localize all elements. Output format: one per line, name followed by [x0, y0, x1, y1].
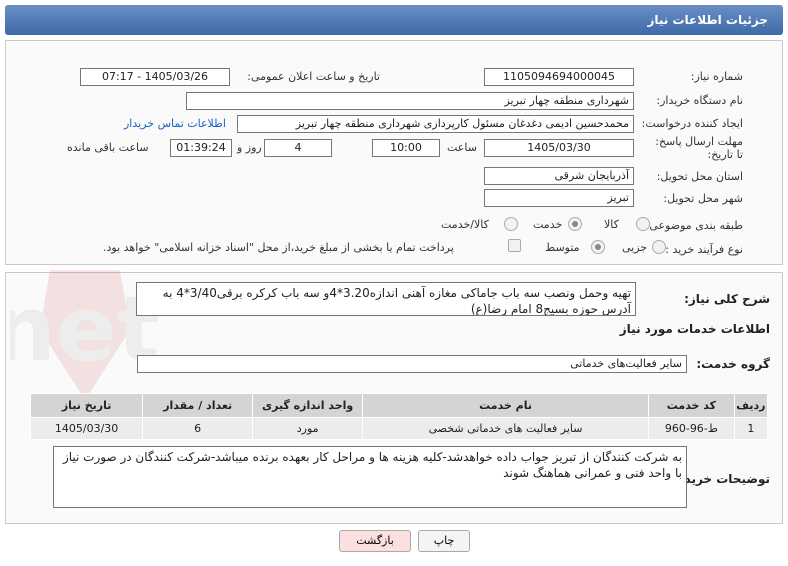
- col-unit: واحد اندازه گیری: [252, 393, 364, 418]
- back-button[interactable]: بازگشت: [339, 530, 411, 552]
- category-label: طبقه بندی موضوعی:: [645, 219, 743, 232]
- remaining-label: ساعت باقی مانده: [67, 141, 149, 154]
- cell-service-name: سایر فعالیت های خدماتی شخصی: [362, 417, 650, 440]
- treasury-payment-text: پرداخت تمام یا بخشی از مبلغ خرید،از محل …: [103, 241, 454, 254]
- province-field: آذربایجان شرقی: [484, 167, 634, 185]
- category-option-goods: کالا: [604, 218, 619, 231]
- cell-need-date: 1405/03/30: [29, 417, 144, 440]
- remaining-time-field: 01:39:24: [170, 139, 232, 157]
- category-option-service: خدمت: [533, 218, 563, 231]
- announce-date-field: 1405/03/26 - 07:17: [80, 68, 230, 86]
- col-service-name: نام خدمت: [362, 393, 650, 418]
- process-radio-minor[interactable]: [652, 240, 666, 254]
- summary-label: شرح کلی نیاز:: [684, 292, 770, 306]
- treasury-payment-checkbox[interactable]: [508, 239, 521, 252]
- cell-unit: مورد: [252, 417, 364, 440]
- days-field: 4: [264, 139, 332, 157]
- category-radio-service[interactable]: [568, 217, 582, 231]
- process-option-minor: جزیی: [622, 241, 648, 254]
- services-table: ردیف کد خدمت نام خدمت واحد اندازه گیری ت…: [29, 393, 769, 440]
- service-group-label: گروه خدمت:: [696, 357, 770, 371]
- process-label: نوع فرآیند خرید :: [665, 243, 743, 256]
- contact-buyer-link[interactable]: اطلاعات تماس خریدار: [124, 117, 226, 130]
- city-label: شهر محل تحویل:: [663, 192, 743, 205]
- col-quantity: تعداد / مقدار: [142, 393, 254, 418]
- table-row: 1 ط-96-960 سایر فعالیت های خدماتی شخصی م…: [29, 417, 769, 440]
- page-title: جزئیات اطلاعات نیاز: [5, 5, 783, 35]
- col-need-date: تاریخ نیاز: [29, 393, 144, 418]
- need-number-label: شماره نیاز:: [690, 70, 743, 83]
- buyer-label: نام دستگاه خریدار:: [656, 94, 743, 107]
- deadline-time-label: ساعت: [447, 141, 477, 154]
- deadline-time-field: 10:00: [372, 139, 440, 157]
- deadline-date-field: 1405/03/30: [484, 139, 634, 157]
- print-button[interactable]: چاپ: [418, 530, 470, 552]
- need-number-field: 1105094694000045: [484, 68, 634, 86]
- process-option-medium: متوسط: [545, 241, 580, 254]
- cell-quantity: 6: [142, 417, 254, 440]
- days-label: روز و: [237, 141, 262, 154]
- col-service-code: کد خدمت: [648, 393, 735, 418]
- deadline-label: مهلت ارسال پاسخ: تا تاریخ:: [655, 135, 743, 161]
- creator-field: محمدحسین ادیمی دغدغان مسئول کارپردازی شه…: [237, 115, 634, 133]
- service-group-field: سایر فعالیت‌های خدماتی: [137, 355, 687, 373]
- col-row: ردیف: [733, 393, 769, 418]
- summary-field: تهیه وحمل ونصب سه باب جاماکی مغازه آهنی …: [136, 282, 636, 316]
- cell-service-code: ط-96-960: [648, 417, 735, 440]
- creator-label: ایجاد کننده درخواست:: [641, 117, 743, 130]
- buyer-notes-field: به شرکت کنندگان از تبریز جواب داده خواهد…: [53, 446, 687, 508]
- announce-date-label: تاریخ و ساعت اعلان عمومی:: [247, 70, 380, 83]
- process-radio-medium[interactable]: [591, 240, 605, 254]
- city-field: تبریز: [484, 189, 634, 207]
- services-section-title: اطلاعات خدمات مورد نیاز: [619, 322, 770, 336]
- cell-row: 1: [733, 417, 769, 440]
- category-radio-goods-service[interactable]: [504, 217, 518, 231]
- province-label: استان محل تحویل:: [656, 170, 743, 183]
- category-option-goods-service: کالا/خدمت: [441, 218, 489, 231]
- buyer-field: شهرداری منطقه چهار تبریز: [186, 92, 634, 110]
- category-radio-goods[interactable]: [636, 217, 650, 231]
